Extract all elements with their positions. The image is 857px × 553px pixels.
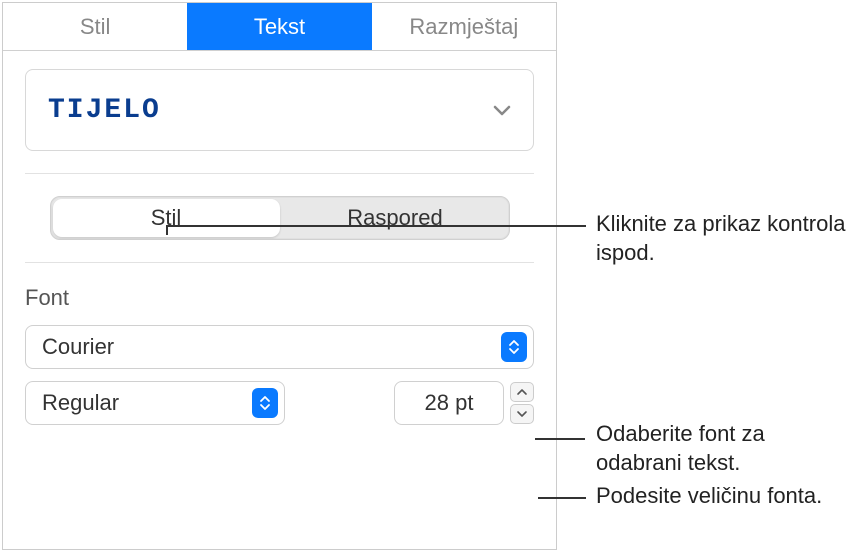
callout-font-size: Podesite veličinu fonta.: [596, 482, 851, 511]
font-section: Font Courier Regular: [25, 285, 534, 425]
segmented-row: Stil Raspored: [25, 196, 534, 240]
font-size-stepper: [510, 382, 534, 424]
callout-font-family: Odaberite font za odabrani tekst.: [596, 420, 851, 477]
font-size-group: [394, 381, 534, 425]
top-tabs: Stil Tekst Razmještaj: [3, 3, 556, 51]
segmented-control: Stil Raspored: [50, 196, 510, 240]
callout-line: [538, 497, 586, 499]
font-weight-value: Regular: [42, 390, 119, 416]
tab-stil[interactable]: Stil: [3, 3, 187, 50]
chevron-down-icon: [493, 97, 511, 123]
tab-razmjestaj[interactable]: Razmještaj: [372, 3, 556, 50]
font-size-input[interactable]: [394, 381, 504, 425]
callout-tick: [166, 225, 168, 235]
callout-line: [166, 225, 586, 227]
paragraph-style-label: TIJELO: [48, 95, 161, 126]
paragraph-style-dropdown[interactable]: TIJELO: [25, 69, 534, 151]
font-weight-select[interactable]: Regular: [25, 381, 285, 425]
segment-raspored[interactable]: Raspored: [282, 197, 509, 239]
updown-icon: [252, 388, 278, 418]
callout-line: [535, 438, 585, 440]
font-family-select[interactable]: Courier: [25, 325, 534, 369]
updown-icon: [501, 332, 527, 362]
font-section-label: Font: [25, 285, 534, 311]
callout-segmented: Kliknite za prikaz kontrola ispod.: [596, 210, 846, 267]
font-size-step-down[interactable]: [510, 404, 534, 424]
font-size-step-up[interactable]: [510, 382, 534, 402]
divider: [25, 173, 534, 174]
tab-tekst[interactable]: Tekst: [187, 3, 371, 50]
divider: [25, 262, 534, 263]
font-family-value: Courier: [42, 334, 114, 360]
inspector-panel: Stil Tekst Razmještaj TIJELO Stil Raspor…: [2, 2, 557, 550]
